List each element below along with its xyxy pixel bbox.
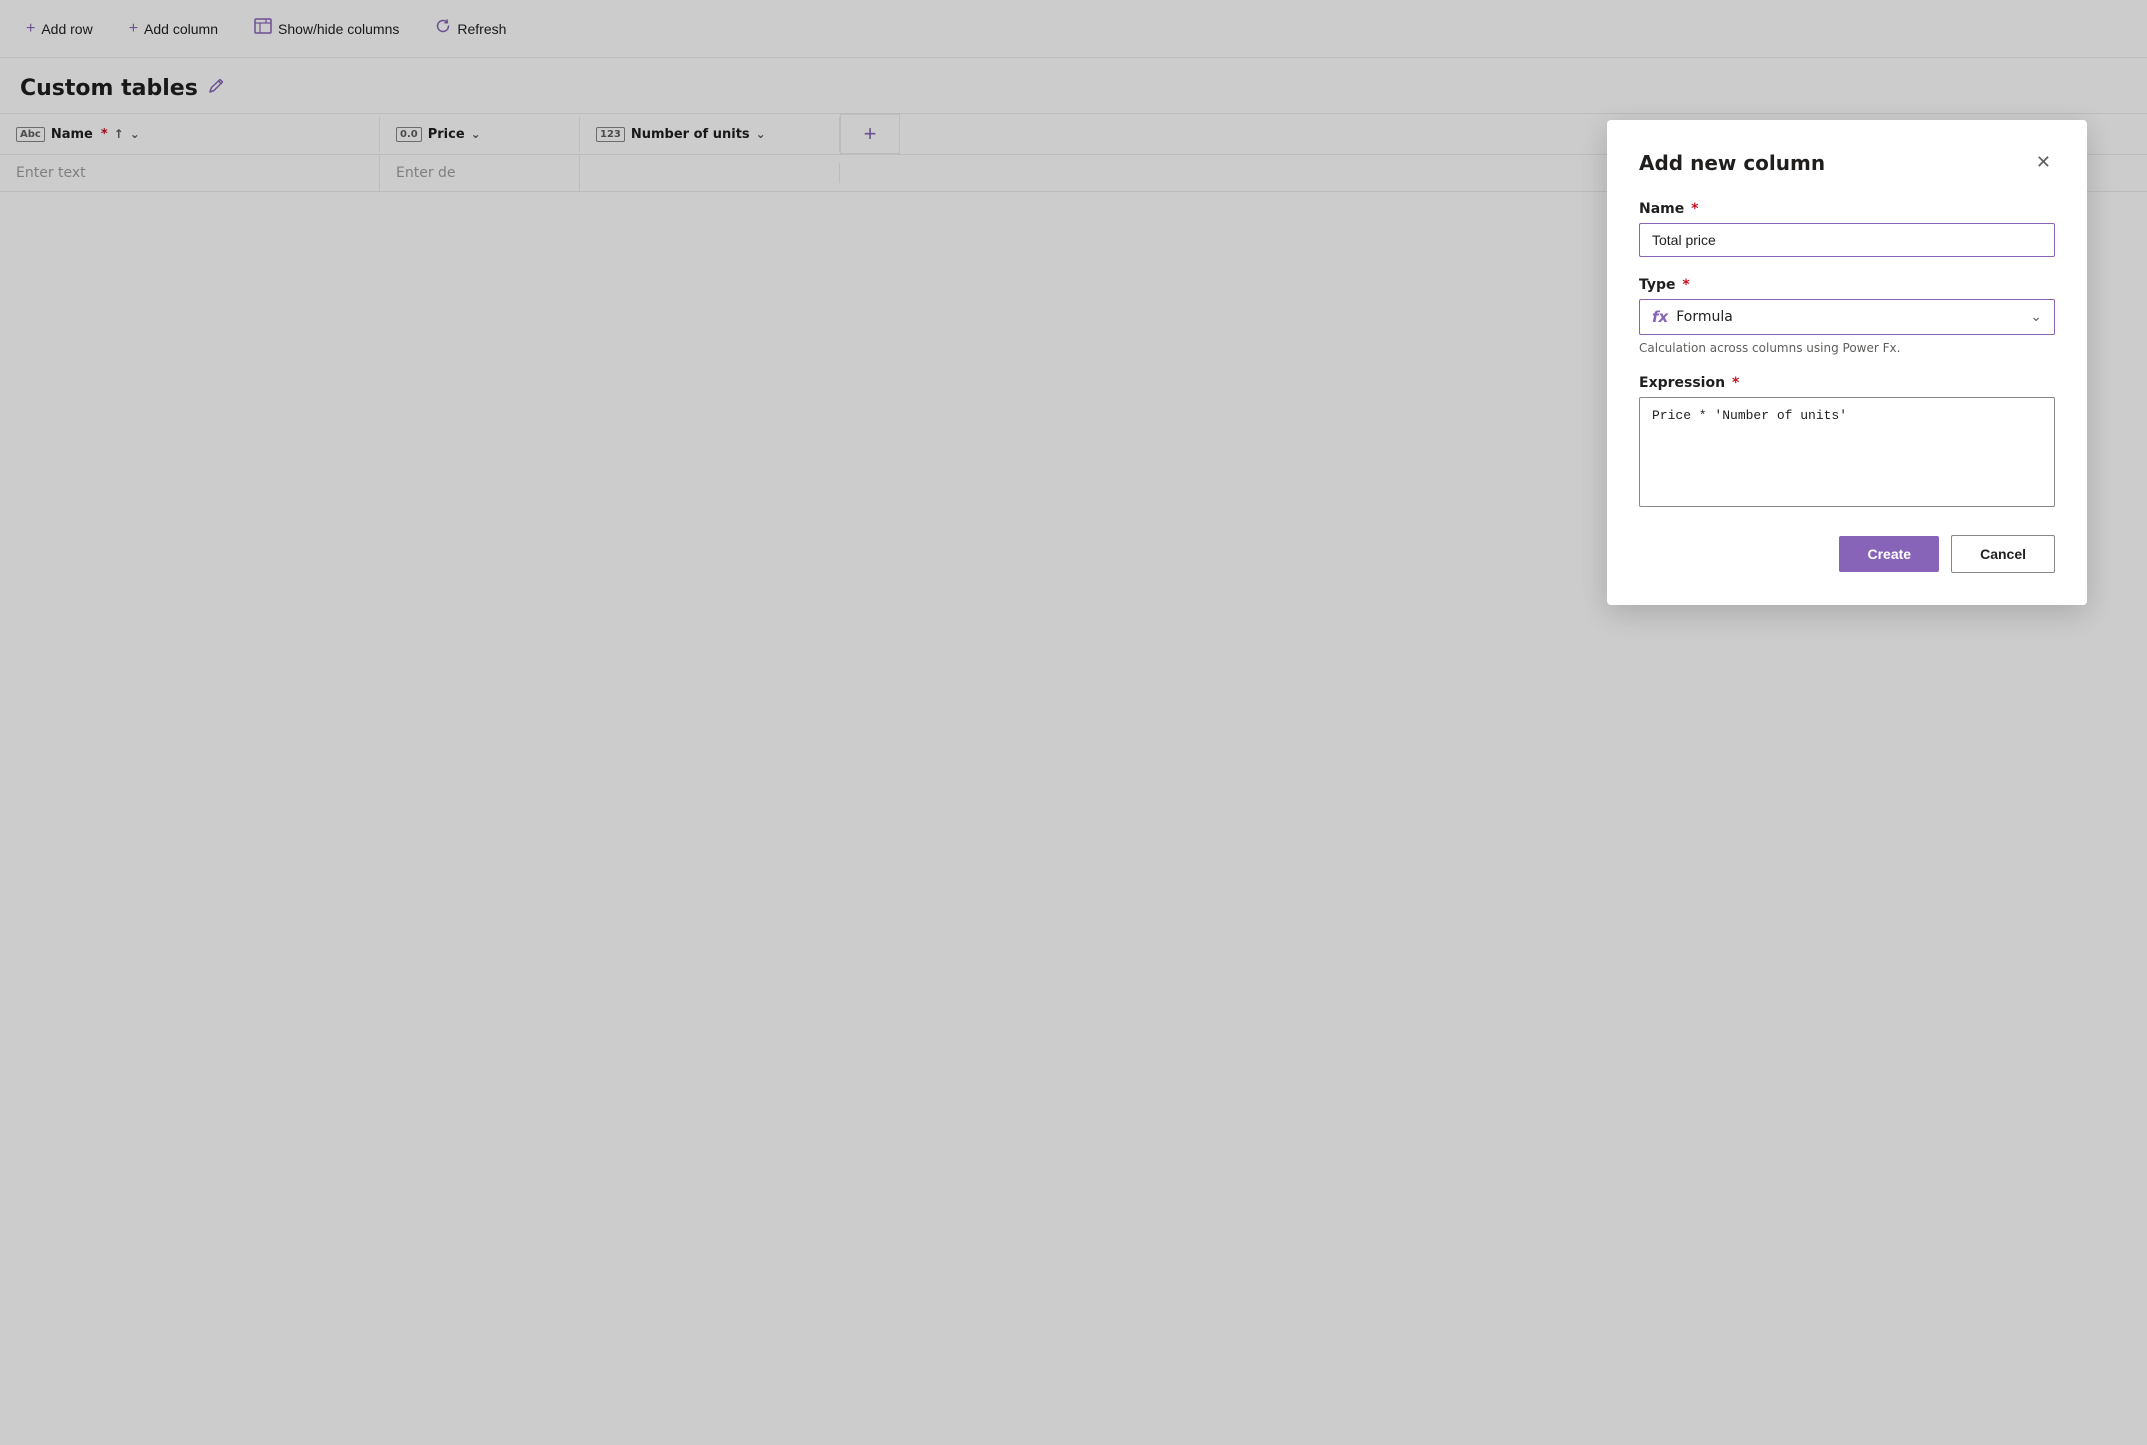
expression-textarea[interactable]: Price * 'Number of units' [1639,397,2055,507]
formula-helper-text: Calculation across columns using Power F… [1639,341,2055,355]
type-required-asterisk: * [1678,277,1690,293]
type-select-value: Formula [1676,309,1733,325]
expression-field-label: Expression * [1639,375,2055,391]
modal-header: Add new column ✕ [1639,148,2055,177]
type-select[interactable]: fx Formula ⌄ [1639,299,2055,335]
modal-close-button[interactable]: ✕ [2032,148,2055,177]
cancel-button[interactable]: Cancel [1951,535,2055,573]
type-select-wrapper: fx Formula ⌄ [1639,299,2055,335]
type-field-group: Type * fx Formula ⌄ Calculation across c… [1639,277,2055,355]
modal-title: Add new column [1639,151,1825,175]
create-button[interactable]: Create [1839,536,1939,572]
name-field-label: Name * [1639,201,2055,217]
name-required-asterisk: * [1686,201,1698,217]
type-select-chevron-icon: ⌄ [2030,309,2042,325]
name-field-group: Name * [1639,201,2055,257]
type-field-label: Type * [1639,277,2055,293]
modal-footer: Create Cancel [1639,535,2055,573]
modal-overlay: Add new column ✕ Name * Type * fx Formul… [0,0,2147,1445]
expression-field-group: Expression * Price * 'Number of units' [1639,375,2055,511]
expression-required-asterisk: * [1727,375,1739,391]
formula-fx-icon: fx [1652,308,1668,326]
column-name-input[interactable] [1639,223,2055,257]
add-column-modal: Add new column ✕ Name * Type * fx Formul… [1607,120,2087,605]
